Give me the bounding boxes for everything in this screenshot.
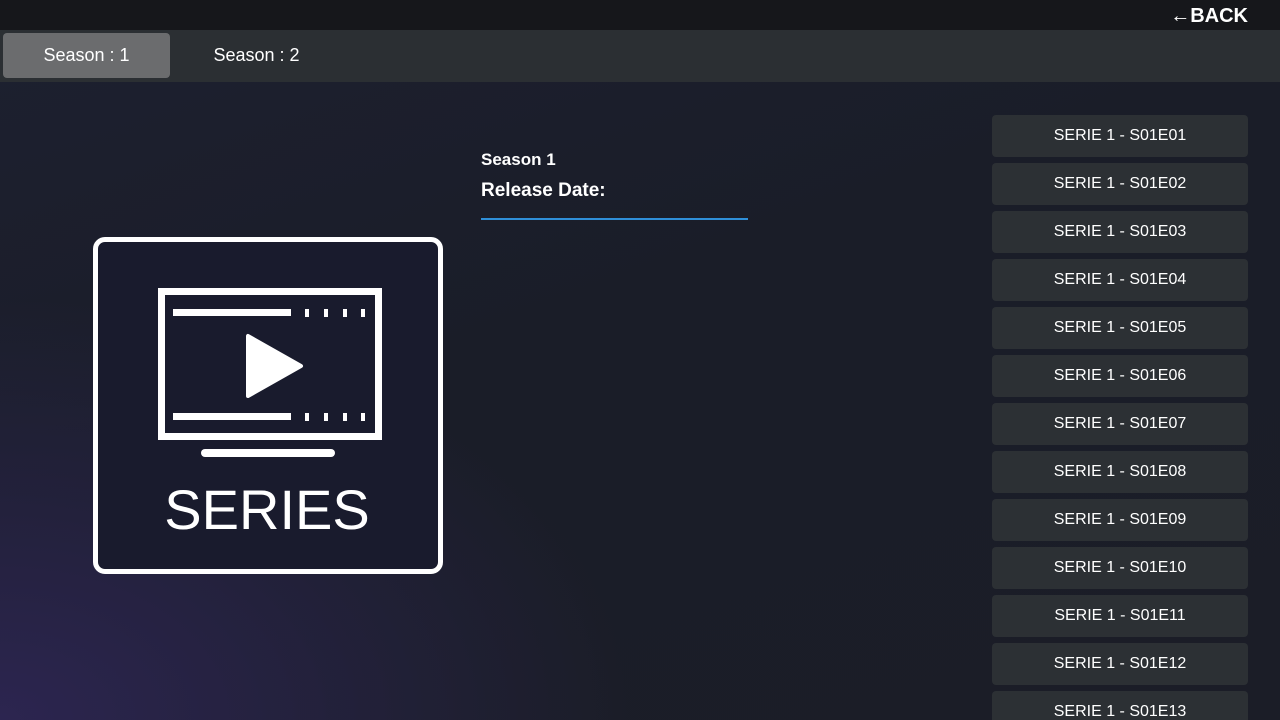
season-tab-bar: Season : 1 Season : 2 [0,30,1280,82]
top-bar: ←BACK [0,0,1280,30]
episode-item[interactable]: SERIE 1 - S01E02 [992,163,1248,205]
tv-play-icon: SERIES [158,288,382,541]
episode-item[interactable]: SERIE 1 - S01E01 [992,115,1248,157]
episode-item[interactable]: SERIE 1 - S01E10 [992,547,1248,589]
back-button[interactable]: ←BACK [1170,4,1248,28]
episode-list[interactable]: SERIE 1 - S01E01 SERIE 1 - S01E02 SERIE … [992,115,1248,720]
episode-item[interactable]: SERIE 1 - S01E06 [992,355,1248,397]
tab-season-2[interactable]: Season : 2 [173,33,340,78]
episode-item[interactable]: SERIE 1 - S01E13 [992,691,1248,720]
info-divider [481,218,748,220]
episode-item[interactable]: SERIE 1 - S01E12 [992,643,1248,685]
season-info: Season 1 Release Date: [481,148,748,220]
episode-item[interactable]: SERIE 1 - S01E05 [992,307,1248,349]
episode-item[interactable]: SERIE 1 - S01E07 [992,403,1248,445]
tab-season-1[interactable]: Season : 1 [3,33,170,78]
release-date-label: Release Date: [481,180,606,201]
episode-item[interactable]: SERIE 1 - S01E09 [992,499,1248,541]
episode-item[interactable]: SERIE 1 - S01E08 [992,451,1248,493]
season-title: Season 1 [481,150,556,169]
series-poster: SERIES [93,237,443,574]
episode-item[interactable]: SERIE 1 - S01E04 [992,259,1248,301]
poster-label: SERIES [164,478,369,541]
episode-item[interactable]: SERIE 1 - S01E03 [992,211,1248,253]
episode-item[interactable]: SERIE 1 - S01E11 [992,595,1248,637]
